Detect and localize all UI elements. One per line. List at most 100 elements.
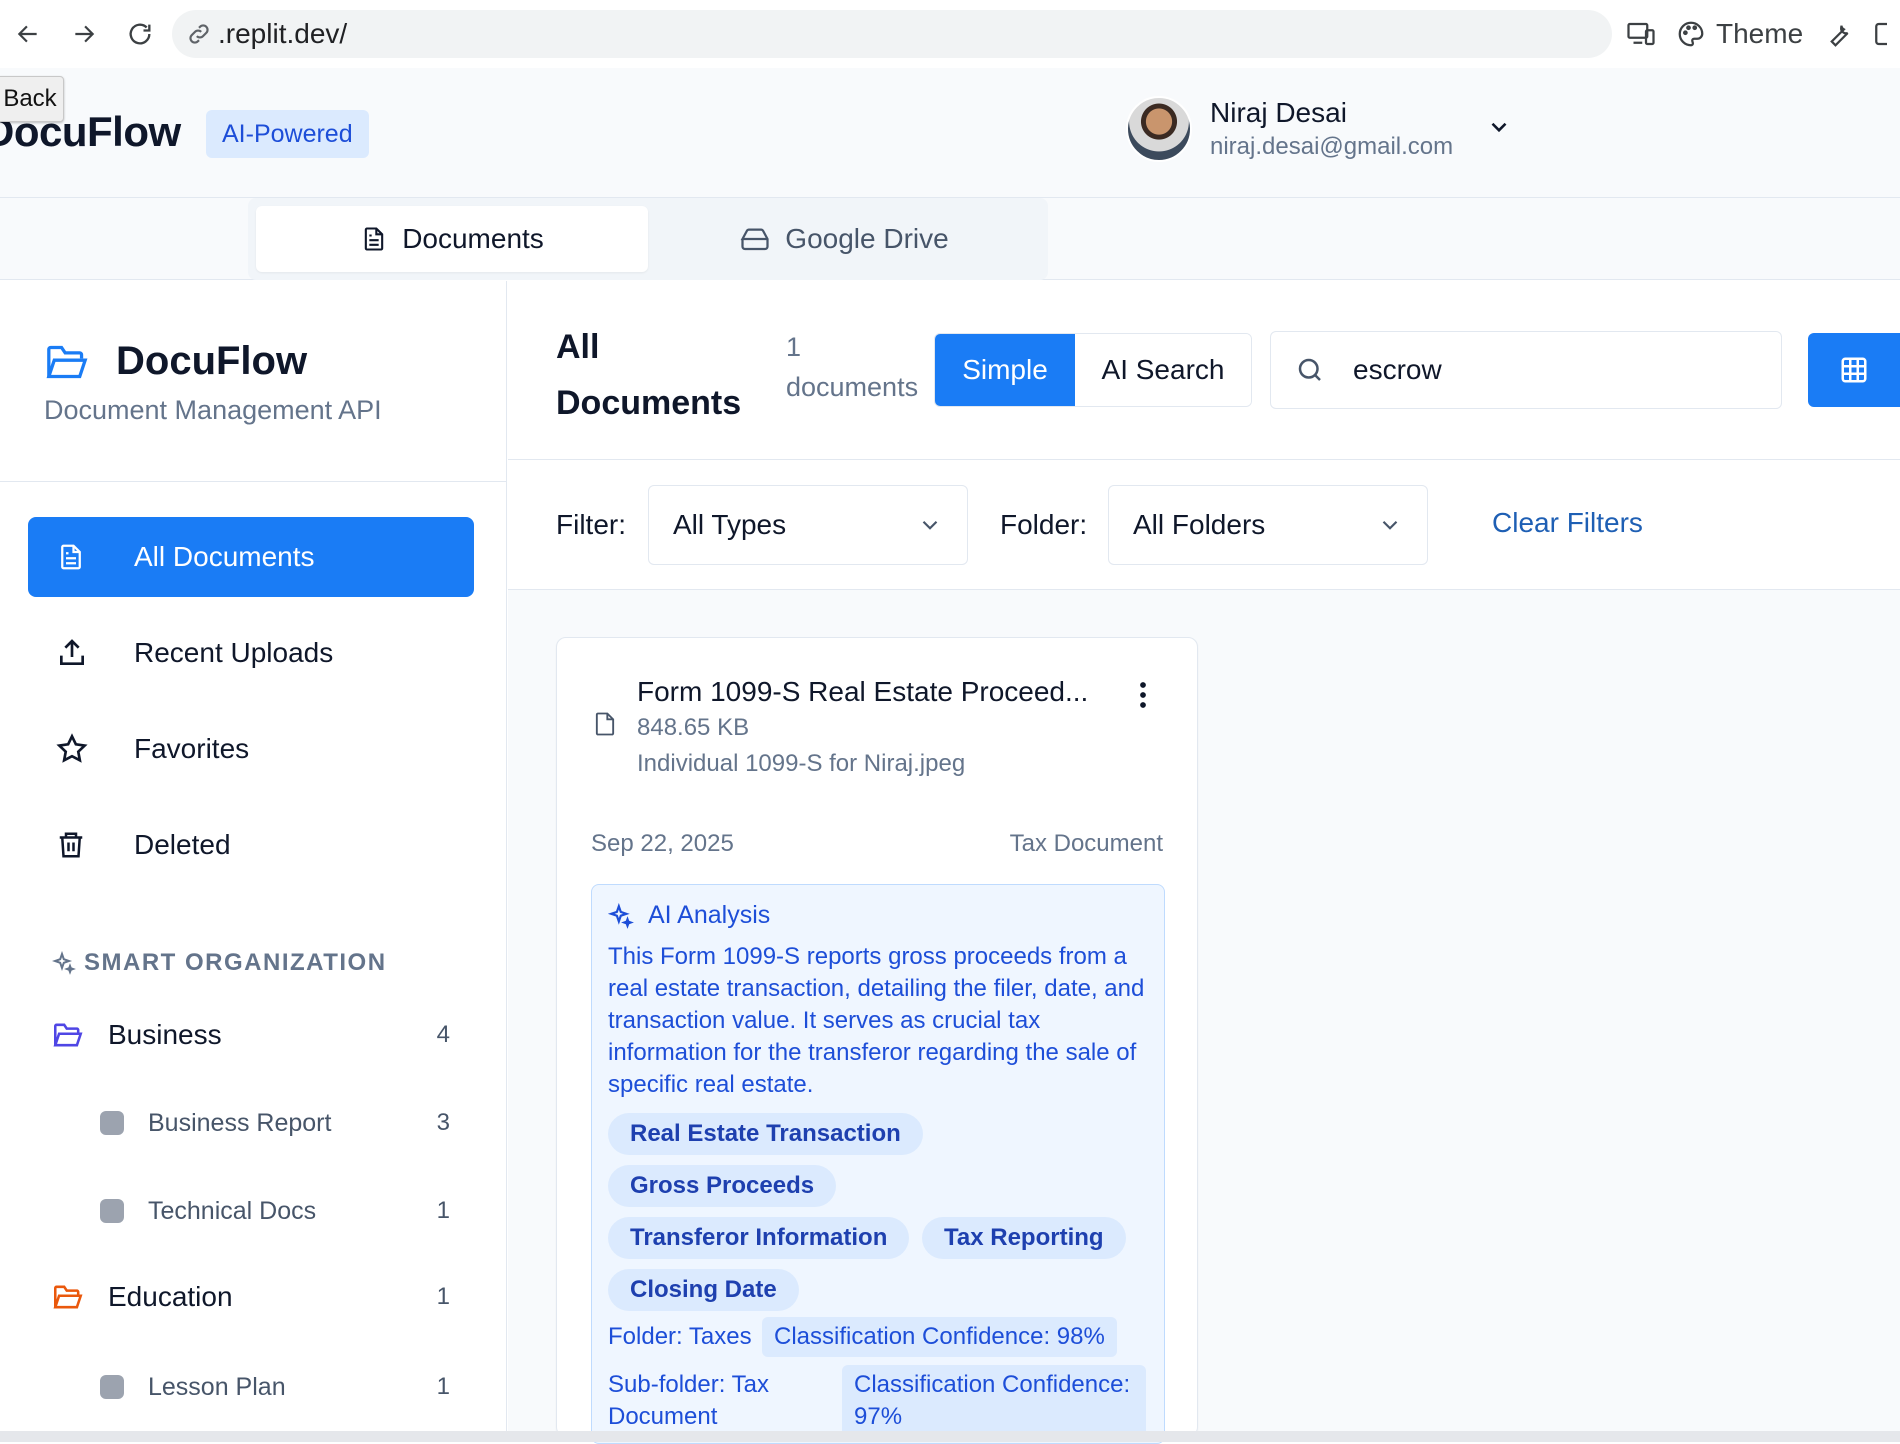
folder-confidence-badge: Classification Confidence: 98% (762, 1317, 1117, 1357)
browser-reload-button[interactable] (120, 14, 160, 54)
folder-open-icon (53, 1285, 83, 1309)
folder-business[interactable]: Business 4 (52, 1013, 452, 1057)
tag-chip[interactable]: Transferor Information (608, 1217, 910, 1259)
tab-label: Google Drive (785, 223, 949, 254)
browser-toolbar: .replit.dev/ Theme (0, 0, 1900, 68)
filter-label: Filter: (556, 509, 626, 540)
sidebar-item-label: Deleted (134, 829, 231, 860)
folder-color-dot (100, 1199, 124, 1223)
chevron-down-icon (1382, 520, 1398, 530)
browser-forward-button[interactable] (64, 14, 104, 54)
document-count: 1 documents (786, 332, 919, 402)
document-type: Tax Document (1009, 830, 1163, 857)
clear-filters-button[interactable]: Clear Filters (1492, 507, 1643, 539)
folder-filter-select[interactable]: All Folders (1108, 485, 1428, 565)
page-title: All Documents (556, 328, 742, 422)
search-box (1270, 331, 1782, 409)
document-filename: Individual 1099-S for Niraj.jpeg (637, 750, 966, 777)
chevron-down-icon[interactable] (1486, 114, 1512, 145)
palette-icon (1678, 21, 1704, 47)
tab-label: Documents (402, 223, 544, 254)
tag-chip[interactable]: Closing Date (608, 1269, 799, 1311)
sidebar-item-label: Favorites (134, 733, 250, 764)
sparkles-icon (52, 951, 76, 975)
panel-button[interactable] (1873, 19, 1888, 49)
subfolder-label: Lesson Plan (148, 1372, 286, 1401)
sidebar-item-favorites[interactable]: Favorites (28, 709, 474, 789)
wrench-icon (1830, 25, 1849, 47)
tabs-bar: Documents Google Drive (0, 198, 1900, 280)
folder-classification: Folder: Taxes (608, 1323, 752, 1350)
document-date: Sep 22, 2025 (591, 830, 734, 857)
star-icon (56, 733, 88, 763)
simple-mode-button[interactable]: Simple (935, 334, 1075, 406)
back-button[interactable]: Back (0, 76, 64, 122)
document-card[interactable]: Form 1099-S Real Estate Proceed... 848.6… (556, 637, 1198, 1444)
subfolder-count: 1 (436, 1197, 450, 1224)
horizontal-scrollbar[interactable] (0, 1431, 1900, 1442)
subfolder-technical-docs[interactable]: Technical Docs 1 (100, 1191, 452, 1231)
divider (0, 481, 507, 482)
more-options-icon[interactable] (1137, 680, 1149, 715)
subfolder-business-report[interactable]: Business Report 3 (100, 1103, 452, 1143)
search-input[interactable] (1353, 354, 1733, 386)
tab-documents[interactable]: Documents (256, 206, 648, 272)
sidebar-item-label: All Documents (134, 541, 315, 572)
document-icon (364, 227, 384, 251)
trash-icon (59, 832, 83, 858)
subfolder-lesson-plan[interactable]: Lesson Plan 1 (100, 1367, 452, 1407)
address-bar[interactable]: .replit.dev/ (172, 10, 1612, 58)
chevron-down-icon (922, 520, 938, 530)
reload-icon (129, 23, 151, 45)
folder-count: 4 (436, 1021, 450, 1048)
user-menu[interactable]: Niraj Desai niraj.desai@gmail.com (1126, 96, 1507, 162)
search-mode-toggle: Simple AI Search (934, 333, 1252, 407)
tools-button[interactable] (1823, 19, 1853, 49)
folder-color-dot (100, 1375, 124, 1399)
arrow-right-icon (75, 25, 95, 43)
browser-back-button[interactable] (8, 14, 48, 54)
file-icon (591, 708, 619, 745)
folder-education[interactable]: Education 1 (52, 1275, 452, 1319)
document-title: Form 1099-S Real Estate Proceed... (637, 676, 1089, 707)
folder-count: 1 (436, 1283, 450, 1310)
sidebar-item-recent-uploads[interactable]: Recent Uploads (28, 613, 474, 693)
app-header: Back DocuFlow AI-Powered Niraj Desai nir… (0, 68, 1900, 198)
devices-button[interactable] (1626, 19, 1656, 49)
devices-icon (1627, 22, 1655, 46)
sparkles-icon (608, 902, 634, 929)
grid-view-button[interactable] (1808, 333, 1900, 407)
sidebar-item-all-documents[interactable]: All Documents (28, 517, 474, 597)
main-content: All Documents 1 documents Simple AI Sear… (508, 281, 1900, 1444)
theme-button[interactable]: Theme (1676, 18, 1803, 50)
subfolder-label: Business Report (148, 1108, 332, 1137)
subfolder-classification: Sub-folder: Tax Document (608, 1371, 769, 1430)
tab-google-drive[interactable]: Google Drive (648, 206, 1040, 272)
ai-analysis-title: AI Analysis (648, 901, 771, 929)
subfolder-confidence-badge: Classification Confidence: 97% (842, 1365, 1146, 1441)
ai-powered-badge: AI-Powered (206, 110, 369, 158)
ai-search-mode-button[interactable]: AI Search (1075, 334, 1251, 406)
document-size: 848.65 KB (637, 714, 750, 741)
tag-chip[interactable]: Tax Reporting (922, 1217, 1126, 1259)
avatar (1126, 96, 1192, 162)
folder-filter-label: Folder: (1000, 509, 1088, 540)
tag-chip[interactable]: Real Estate Transaction (608, 1113, 923, 1155)
tag-chip[interactable]: Gross Proceeds (608, 1165, 837, 1207)
type-filter-select[interactable]: All Types (648, 485, 968, 565)
subfolder-count: 3 (436, 1109, 450, 1136)
sidebar-item-deleted[interactable]: Deleted (28, 805, 474, 885)
upload-icon (60, 639, 84, 665)
divider (508, 459, 1900, 460)
ai-analysis-panel: AI Analysis This Form 1099-S reports gro… (591, 884, 1165, 1444)
link-icon (186, 21, 212, 47)
panel-icon (1875, 22, 1888, 46)
select-value: All Types (673, 509, 787, 540)
folder-color-dot (100, 1111, 124, 1135)
subfolder-label: Technical Docs (148, 1196, 317, 1225)
url-text: .replit.dev/ (218, 18, 348, 49)
theme-label: Theme (1716, 18, 1804, 49)
user-name: Niraj Desai (1210, 97, 1347, 128)
sidebar-subtitle: Document Management API (44, 395, 382, 425)
search-icon (1298, 358, 1321, 381)
